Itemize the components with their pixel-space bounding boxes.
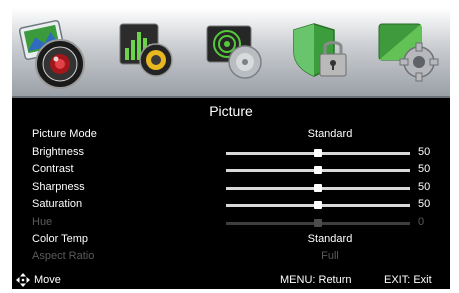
sharpness-slider[interactable] [226, 184, 410, 192]
sharpness-row[interactable]: Sharpness 50 [12, 179, 450, 196]
saturation-row[interactable]: Saturation 50 [12, 196, 450, 213]
setup-gear-icon[interactable] [375, 18, 445, 88]
brightness-slider[interactable] [226, 149, 410, 157]
audio-speaker-icon[interactable] [116, 18, 186, 88]
color-temp-row[interactable]: Color Temp Standard [12, 231, 450, 248]
picture-mode-value: Standard [307, 128, 353, 140]
menu-icon-bar [12, 8, 450, 98]
channel-disc-icon[interactable] [203, 18, 273, 88]
contrast-value: 50 [418, 163, 431, 175]
contrast-slider[interactable] [226, 166, 410, 174]
osd-screen: Picture Picture Mode Standard Brightness… [12, 8, 450, 289]
slider-knob[interactable] [314, 149, 322, 157]
lock-shield-icon[interactable] [290, 18, 360, 88]
saturation-value: 50 [418, 198, 431, 210]
picture-camera-icon[interactable] [16, 14, 94, 92]
saturation-slider[interactable] [226, 201, 410, 209]
picture-mode-label: Picture Mode [32, 128, 97, 140]
brightness-value: 50 [418, 146, 431, 158]
slider-knob[interactable] [314, 166, 322, 174]
aspect-ratio-value: Full [321, 250, 339, 262]
exit-hint: EXIT: Exit [384, 274, 432, 286]
hue-value: 0 [418, 216, 425, 228]
page-title: Picture [209, 103, 253, 119]
hue-slider [226, 219, 410, 227]
sharpness-value: 50 [418, 181, 431, 193]
color-temp-value: Standard [307, 233, 353, 245]
saturation-label: Saturation [32, 198, 83, 210]
slider-knob[interactable] [314, 184, 322, 192]
color-temp-label: Color Temp [32, 233, 89, 245]
return-hint: MENU: Return [280, 274, 352, 286]
brightness-label: Brightness [32, 146, 84, 158]
contrast-row[interactable]: Contrast 50 [12, 161, 450, 178]
move-hint: Move [34, 274, 61, 286]
hue-label: Hue [32, 216, 53, 228]
picture-mode-row[interactable]: Picture Mode Standard [12, 126, 450, 143]
slider-knob[interactable] [314, 201, 322, 209]
directional-pad-icon [16, 273, 30, 287]
hue-row: Hue 0 [12, 214, 450, 231]
contrast-label: Contrast [32, 163, 74, 175]
aspect-ratio-label: Aspect Ratio [32, 250, 95, 262]
footer-hints: Move MENU: Return EXIT: Exit [12, 271, 450, 289]
sharpness-label: Sharpness [32, 181, 85, 193]
aspect-ratio-row: Aspect Ratio Full [12, 248, 450, 265]
brightness-row[interactable]: Brightness 50 [12, 144, 450, 161]
slider-knob [314, 219, 322, 227]
